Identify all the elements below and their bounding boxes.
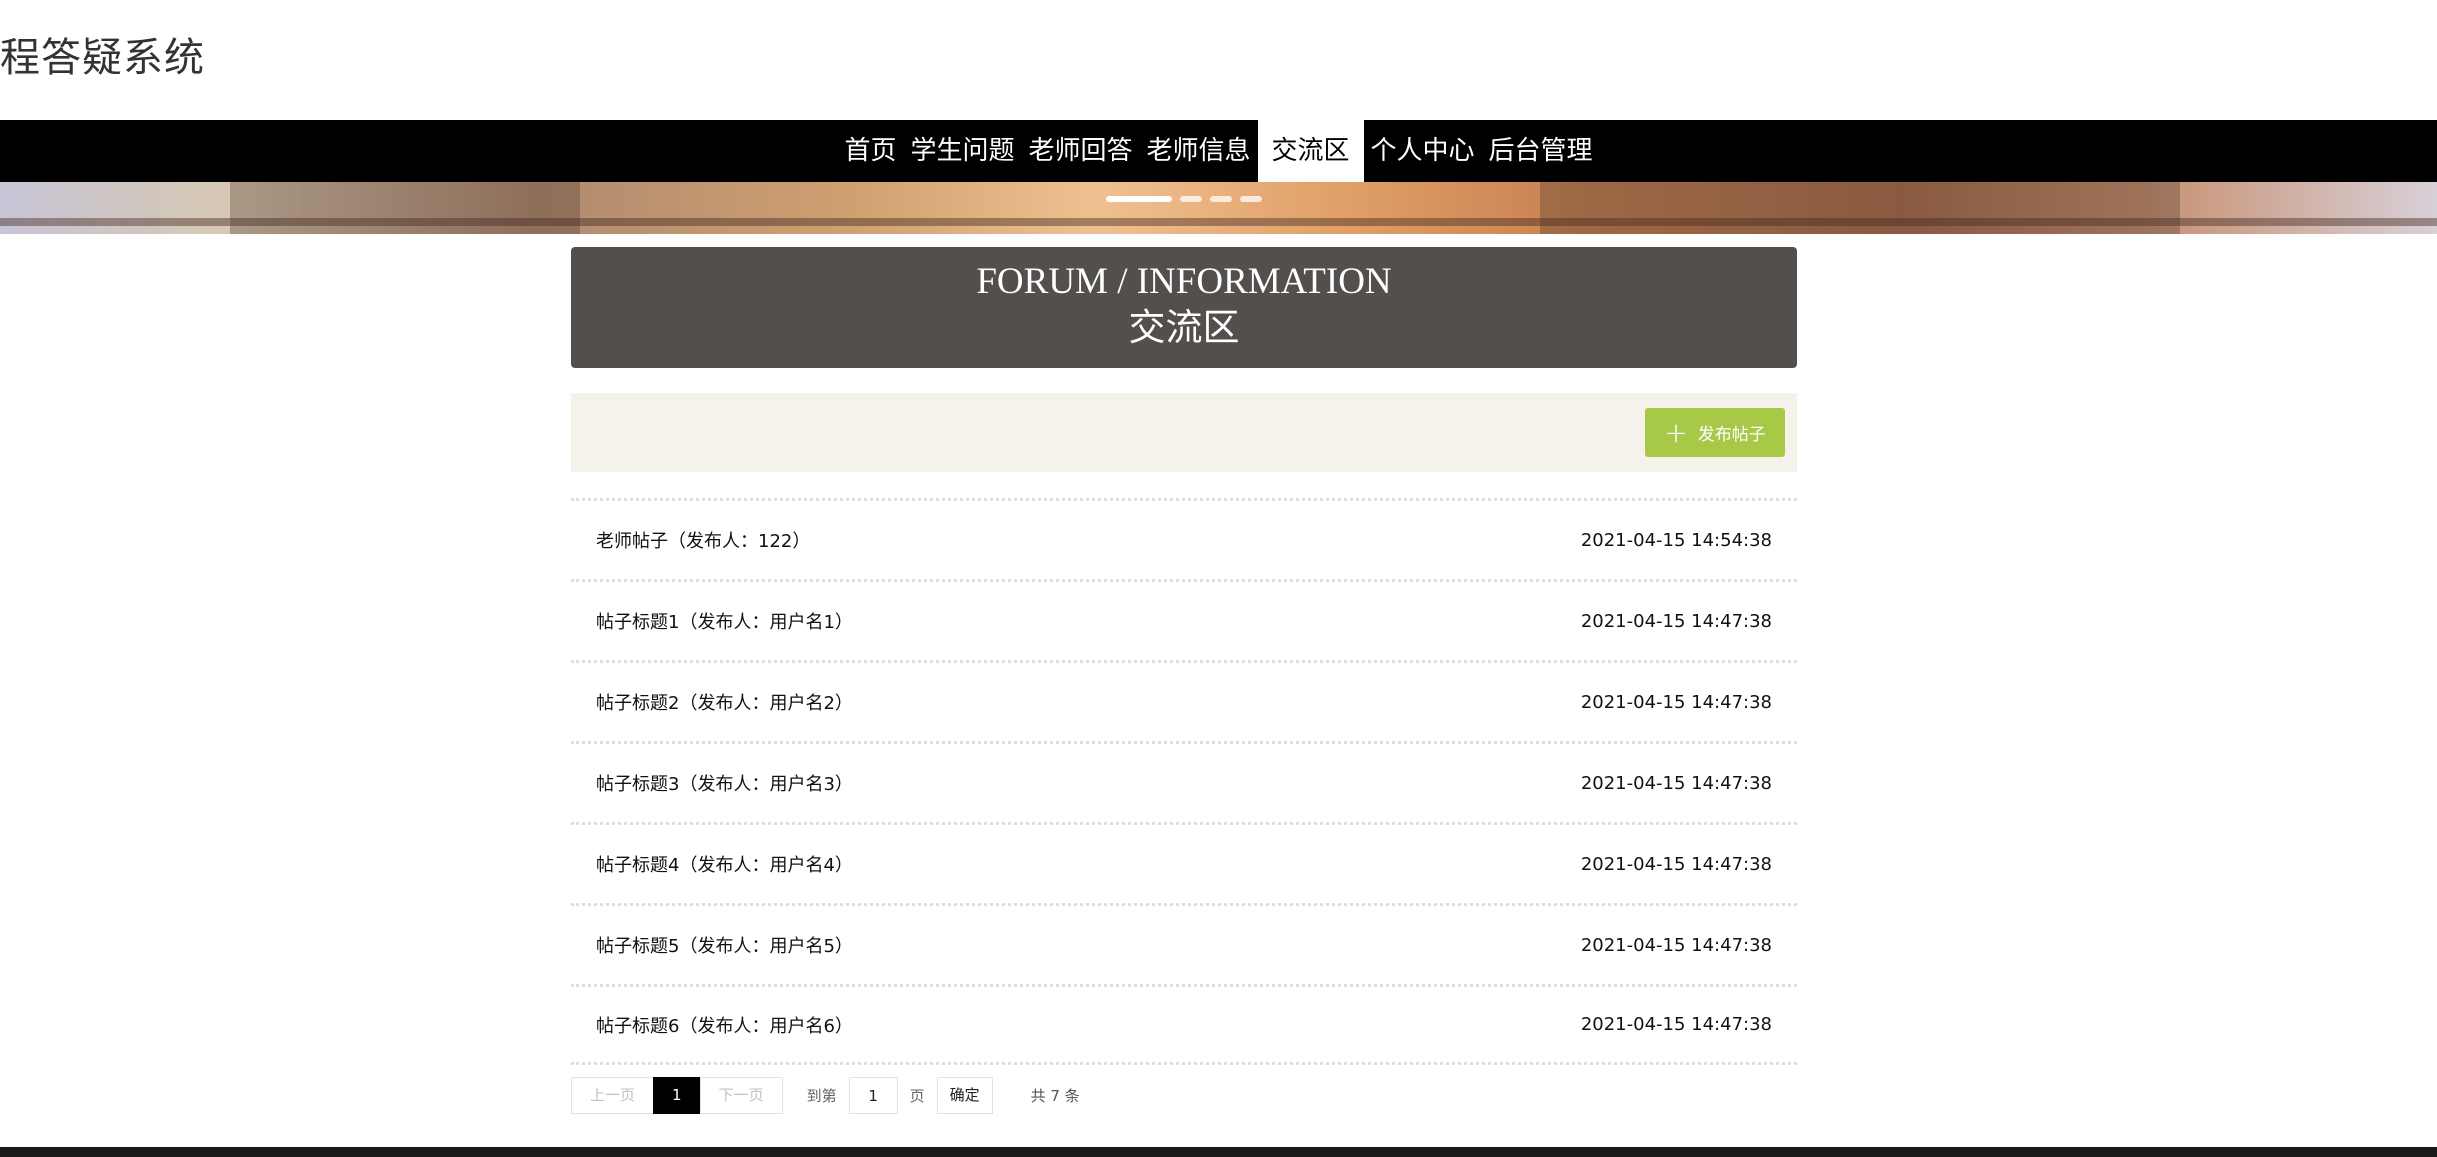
post-time: 2021-04-15 14:47:38 — [1580, 1014, 1772, 1035]
post-time: 2021-04-15 14:47:38 — [1580, 772, 1772, 794]
carousel-dot-1[interactable] — [1106, 196, 1172, 202]
nav-item-teacher-answers[interactable]: 老师回答 — [1021, 120, 1139, 182]
main-nav: 首页 学生问题 老师回答 老师信息 交流区 个人中心 后台管理 — [0, 120, 2437, 182]
page-unit-label: 页 — [909, 1087, 925, 1105]
nav-item-student-questions[interactable]: 学生问题 — [903, 120, 1021, 182]
banner-desk — [1540, 182, 2180, 234]
nav-item-admin[interactable]: 后台管理 — [1482, 120, 1600, 182]
goto-page-input[interactable] — [848, 1077, 898, 1114]
post-title[interactable]: 帖子标题2（发布人：用户名2） — [596, 689, 853, 715]
banner-carousel — [0, 182, 2437, 234]
next-page-button[interactable]: 下一页 — [699, 1077, 783, 1114]
forum-header: FORUM / INFORMATION 交流区 — [571, 247, 1797, 368]
post-row[interactable]: 帖子标题1（发布人：用户名1） 2021-04-15 14:47:38 — [571, 579, 1797, 660]
publish-post-button[interactable]: + 发布帖子 — [1645, 408, 1785, 457]
post-title[interactable]: 老师帖子（发布人：122） — [596, 527, 810, 553]
forum-header-zh-title: 交流区 — [1128, 308, 1240, 349]
total-count: 共 7 条 — [1030, 1087, 1080, 1105]
post-time: 2021-04-15 14:47:38 — [1580, 610, 1772, 632]
post-title[interactable]: 帖子标题4（发布人：用户名4） — [596, 851, 853, 877]
nav-item-personal-center[interactable]: 个人中心 — [1364, 120, 1482, 182]
forum-toolbar: + 发布帖子 — [571, 393, 1797, 472]
nav-item-home[interactable]: 首页 — [837, 120, 903, 182]
post-row[interactable]: 帖子标题6（发布人：用户名6） 2021-04-15 14:47:38 — [571, 984, 1797, 1065]
carousel-dot-2[interactable] — [1180, 196, 1202, 202]
pagination: 上一页 1 下一页 到第 页 确定 共 7 条 — [571, 1077, 1080, 1114]
carousel-dot-4[interactable] — [1240, 196, 1262, 202]
nav-item-forum[interactable]: 交流区 — [1257, 120, 1364, 182]
site-title: 程答疑系统 — [0, 35, 205, 81]
post-row[interactable]: 老师帖子（发布人：122） 2021-04-15 14:54:38 — [571, 498, 1797, 579]
post-title[interactable]: 帖子标题5（发布人：用户名5） — [596, 932, 853, 958]
banner-stripe — [0, 218, 2437, 226]
post-title[interactable]: 帖子标题3（发布人：用户名3） — [596, 770, 853, 796]
post-time: 2021-04-15 14:47:38 — [1580, 853, 1772, 875]
post-row[interactable]: 帖子标题4（发布人：用户名4） 2021-04-15 14:47:38 — [571, 822, 1797, 903]
prev-page-button[interactable]: 上一页 — [571, 1077, 655, 1114]
post-time: 2021-04-15 14:47:38 — [1580, 691, 1772, 713]
post-list: 老师帖子（发布人：122） 2021-04-15 14:54:38 帖子标题1（… — [571, 498, 1797, 1065]
carousel-indicators — [1106, 196, 1262, 202]
publish-post-label: 发布帖子 — [1697, 425, 1766, 445]
nav-item-teacher-info[interactable]: 老师信息 — [1139, 120, 1257, 182]
forum-header-en-title: FORUM / INFORMATION — [976, 261, 1392, 302]
post-title[interactable]: 帖子标题6（发布人：用户名6） — [596, 1012, 853, 1038]
post-row[interactable]: 帖子标题5（发布人：用户名5） 2021-04-15 14:47:38 — [571, 903, 1797, 984]
footer-bar — [0, 1147, 2437, 1157]
goto-confirm-button[interactable]: 确定 — [936, 1077, 993, 1114]
plus-icon: + — [1664, 415, 1688, 449]
post-time: 2021-04-15 14:47:38 — [1580, 934, 1772, 956]
goto-label: 到第 — [806, 1087, 837, 1105]
page-number-current[interactable]: 1 — [653, 1077, 701, 1114]
post-row[interactable]: 帖子标题3（发布人：用户名3） 2021-04-15 14:47:38 — [571, 741, 1797, 822]
post-row[interactable]: 帖子标题2（发布人：用户名2） 2021-04-15 14:47:38 — [571, 660, 1797, 741]
banner-shelf — [230, 182, 580, 234]
carousel-dot-3[interactable] — [1210, 196, 1232, 202]
post-title[interactable]: 帖子标题1（发布人：用户名1） — [596, 608, 853, 634]
post-time: 2021-04-15 14:54:38 — [1580, 529, 1772, 551]
